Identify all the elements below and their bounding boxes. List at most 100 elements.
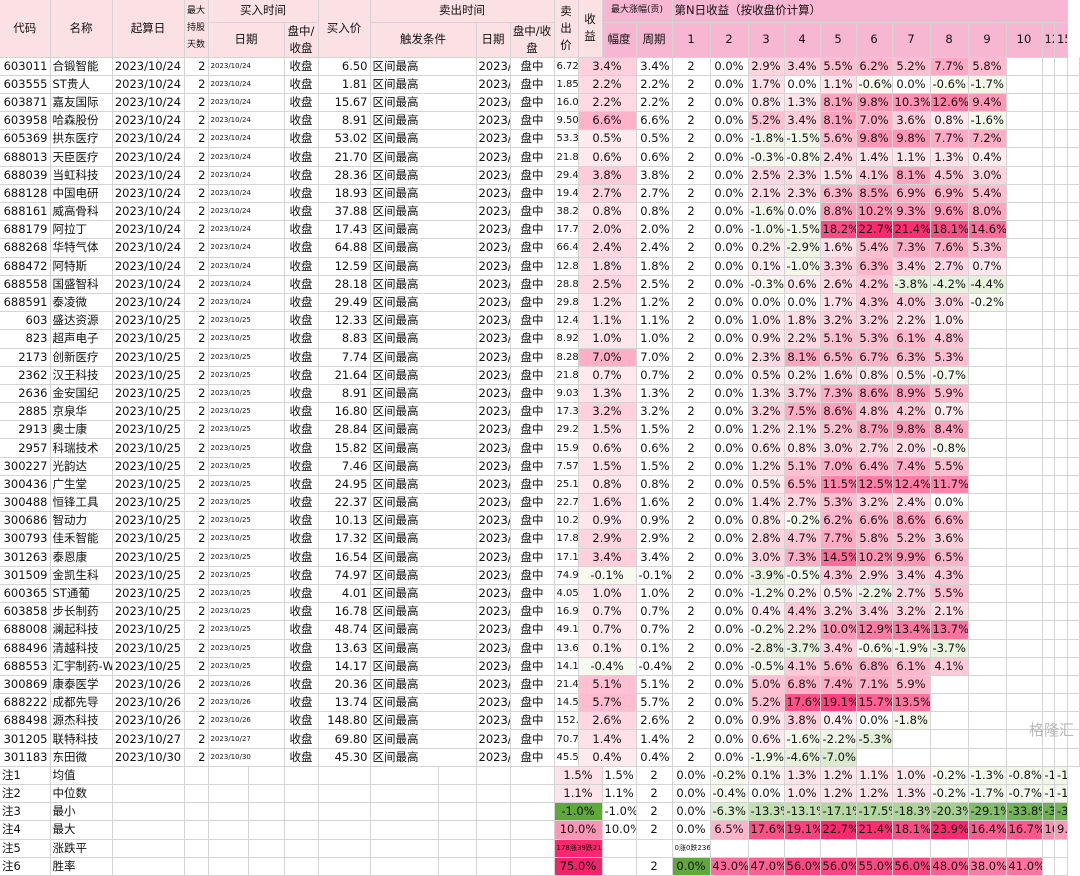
cell-buy-session[interactable]: 收盘 [284,457,319,476]
stat-day-2[interactable]: 6.5% [710,820,749,840]
cell-buy-price[interactable]: 28.36 [318,166,371,185]
stat-day-15[interactable]: 9.4% [1054,820,1068,840]
cell-sell-price[interactable]: 13.65 [554,639,579,658]
cell-buy-session[interactable]: 收盘 [284,384,319,404]
cell-day-9[interactable] [1006,548,1043,567]
cell-hold-days[interactable]: 2 [184,748,209,767]
stat-day-3[interactable]: 47.0% [748,857,785,876]
stat-empty[interactable] [438,820,477,840]
cell-start-date[interactable]: 2023/10/24 [112,93,185,113]
cell-day-2[interactable]: 0.8% [748,93,785,113]
cell-day-9[interactable] [1006,639,1043,658]
cell-buy-price[interactable]: 28.18 [318,275,371,294]
cell-day-9[interactable] [1006,147,1043,167]
cell-start-date[interactable]: 2023/10/25 [112,584,185,604]
cell-start-date[interactable]: 2023/10/25 [112,566,185,585]
cell-day-7[interactable]: 7.7% [930,129,969,149]
cell-trigger[interactable]: 区间最高 [370,293,477,313]
cell-sell-date[interactable]: 2023/10/25 [476,75,511,94]
cell-day-15[interactable] [1067,384,1080,404]
cell-profit[interactable]: 3.4% [578,548,637,567]
stat-day-6[interactable]: 1.2% [856,784,893,804]
cell-day-4[interactable]: 3.2% [820,311,857,331]
cell-day-7[interactable] [930,729,969,749]
stat-day-10[interactable]: -0.8% [1006,766,1043,786]
cell-profit[interactable]: 2.5% [578,275,637,294]
cell-buy-price[interactable]: 7.74 [318,348,371,367]
cell-period[interactable]: 2 [672,75,711,94]
stat-day-8[interactable]: -0.2% [930,766,969,786]
cell-day-1[interactable]: 0.0% [710,620,749,640]
cell-buy-price[interactable]: 15.82 [318,438,371,458]
cell-day-2[interactable]: -1.8% [748,129,785,149]
cell-day-10[interactable] [1042,166,1055,185]
cell-sell-price[interactable]: 29.85 [554,293,579,313]
cell-code[interactable]: 603555 [0,75,51,94]
cell-day-5[interactable]: 6.4% [856,457,893,476]
cell-profit[interactable]: 1.5% [578,420,637,440]
cell-day-8[interactable]: 5.3% [968,238,1007,258]
stat-note[interactable]: 注6 [0,857,51,876]
cell-day-10[interactable] [1042,620,1055,640]
stat-max-rise[interactable]: -1.0% [602,802,637,822]
cell-day-7[interactable]: 6.5% [930,548,969,567]
cell-day-3[interactable]: 0.6% [784,275,821,294]
cell-day-9[interactable] [1006,75,1043,94]
cell-day-2[interactable]: 5.0% [748,675,785,695]
cell-day-9[interactable] [1006,111,1043,131]
cell-day-2[interactable]: 0.9% [748,329,785,349]
cell-buy-session[interactable]: 收盘 [284,639,319,658]
header-day-6[interactable]: 6 [856,22,893,58]
cell-day-4[interactable]: 6.2% [820,511,857,531]
stat-day-3[interactable]: 0.1% [748,766,785,786]
cell-hold-days[interactable]: 2 [184,329,209,349]
cell-day-7[interactable]: 0.7% [930,402,969,422]
cell-day-4[interactable]: 6.5% [820,348,857,367]
cell-code[interactable]: 603871 [0,93,51,113]
cell-buy-price[interactable]: 16.78 [318,602,371,622]
cell-day-6[interactable]: 7.4% [892,457,931,476]
cell-day-5[interactable]: 12.5% [856,475,893,495]
cell-day-6[interactable]: 3.2% [892,602,931,622]
cell-day-8[interactable] [968,657,1007,676]
cell-day-10[interactable] [1042,548,1055,567]
cell-buy-price[interactable]: 12.59 [318,257,371,276]
cell-day-5[interactable]: 10.2% [856,202,893,222]
cell-day-3[interactable]: -0.8% [784,147,821,167]
cell-buy-date[interactable]: 2023/10/30 [208,748,285,767]
cell-sell-date[interactable]: 2023/10/26 [476,548,511,567]
cell-start-date[interactable]: 2023/10/25 [112,329,185,349]
cell-day-1[interactable]: 0.0% [710,639,749,658]
cell-period[interactable]: 2 [672,493,711,513]
cell-day-7[interactable]: 5.5% [930,584,969,604]
cell-profit[interactable]: 2.0% [578,220,637,240]
cell-buy-date[interactable]: 2023/10/25 [208,348,285,367]
cell-buy-price[interactable]: 16.54 [318,548,371,567]
cell-max-rise[interactable]: 3.4% [636,548,673,567]
cell-sell-price[interactable]: 12.47 [554,311,579,331]
cell-day-2[interactable]: 2.8% [748,529,785,549]
cell-buy-date[interactable]: 2023/10/24 [208,57,285,76]
cell-day-7[interactable]: 0.0% [930,493,969,513]
cell-start-date[interactable]: 2023/10/25 [112,620,185,640]
header-day-2[interactable]: 2 [710,22,749,58]
cell-hold-days[interactable]: 2 [184,620,209,640]
cell-sell-session[interactable]: 盘中 [510,639,555,658]
cell-buy-session[interactable]: 收盘 [284,602,319,622]
cell-day-2[interactable]: 1.0% [748,311,785,331]
cell-start-date[interactable]: 2023/10/26 [112,675,185,695]
cell-hold-days[interactable]: 2 [184,475,209,495]
cell-sell-date[interactable]: 2023/10/26 [476,529,511,549]
cell-max-rise[interactable]: 6.6% [636,111,673,131]
cell-start-date[interactable]: 2023/10/24 [112,220,185,240]
cell-buy-price[interactable]: 45.30 [318,748,371,767]
cell-buy-price[interactable]: 29.49 [318,293,371,313]
cell-day-4[interactable]: 0.4% [820,711,857,731]
cell-day-3[interactable]: 0.2% [784,366,821,385]
cell-day-3[interactable]: 4.4% [784,602,821,622]
cell-day-1[interactable]: 0.0% [710,729,749,749]
cell-day-15[interactable] [1067,275,1080,294]
cell-day-12[interactable] [1054,584,1068,604]
cell-sell-session[interactable]: 盘中 [510,147,555,167]
cell-day-5[interactable]: 6.7% [856,348,893,367]
